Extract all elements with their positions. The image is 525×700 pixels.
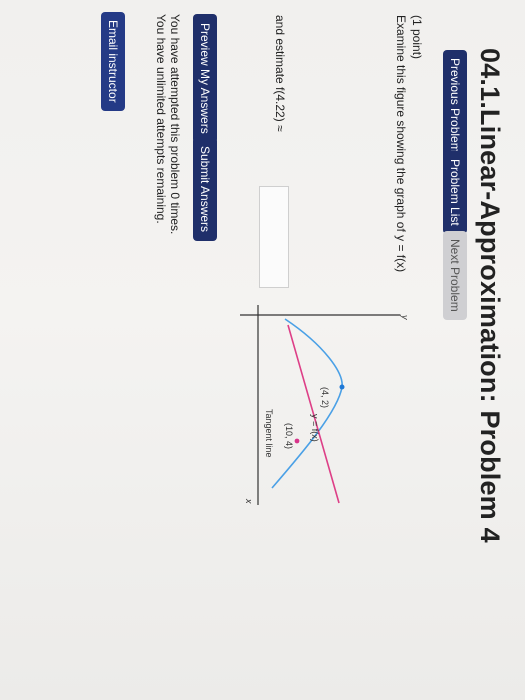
estimate-prompt: and estimate f(4.22) ≈ [273, 15, 287, 132]
point-4-2 [339, 384, 345, 390]
page-title: 04.1.Linear-Approximation: Problem 4 [475, 48, 505, 543]
attempted-status: You have attempted this problem 0 times. [168, 14, 182, 235]
preview-answers-button[interactable]: Preview My Answers [193, 14, 217, 143]
next-problem-button[interactable]: Next Problem [443, 231, 467, 320]
function-graph: y x (4, 2) y = f(x) (10, 4) Tangent line [240, 305, 410, 505]
remaining-status: You have unlimited attempts remaining. [154, 14, 168, 224]
email-instructor-button[interactable]: Email instructor [101, 12, 125, 111]
rotated-photo-page: 04.1.Linear-Approximation: Problem 4 Pre… [0, 0, 525, 700]
point-b-label: (4, 2) [320, 387, 330, 408]
curve-label: y = f(x) [310, 414, 320, 442]
point-10-4 [294, 438, 300, 444]
submit-answers-button[interactable]: Submit Answers [193, 137, 217, 242]
point-a-label: (10, 4) [284, 423, 294, 449]
problem-list-button[interactable]: Problem List [443, 151, 467, 234]
function-curve [271, 318, 343, 489]
tangent-label: Tangent line [264, 409, 274, 458]
answer-input[interactable] [259, 186, 289, 288]
previous-problem-button[interactable]: Previous Problem [443, 50, 467, 161]
y-axis-label: y [400, 314, 410, 320]
x-axis-label: x [244, 498, 254, 504]
problem-prompt: Examine this figure showing the graph of… [394, 15, 408, 273]
points-label: (1 point) [410, 15, 424, 60]
